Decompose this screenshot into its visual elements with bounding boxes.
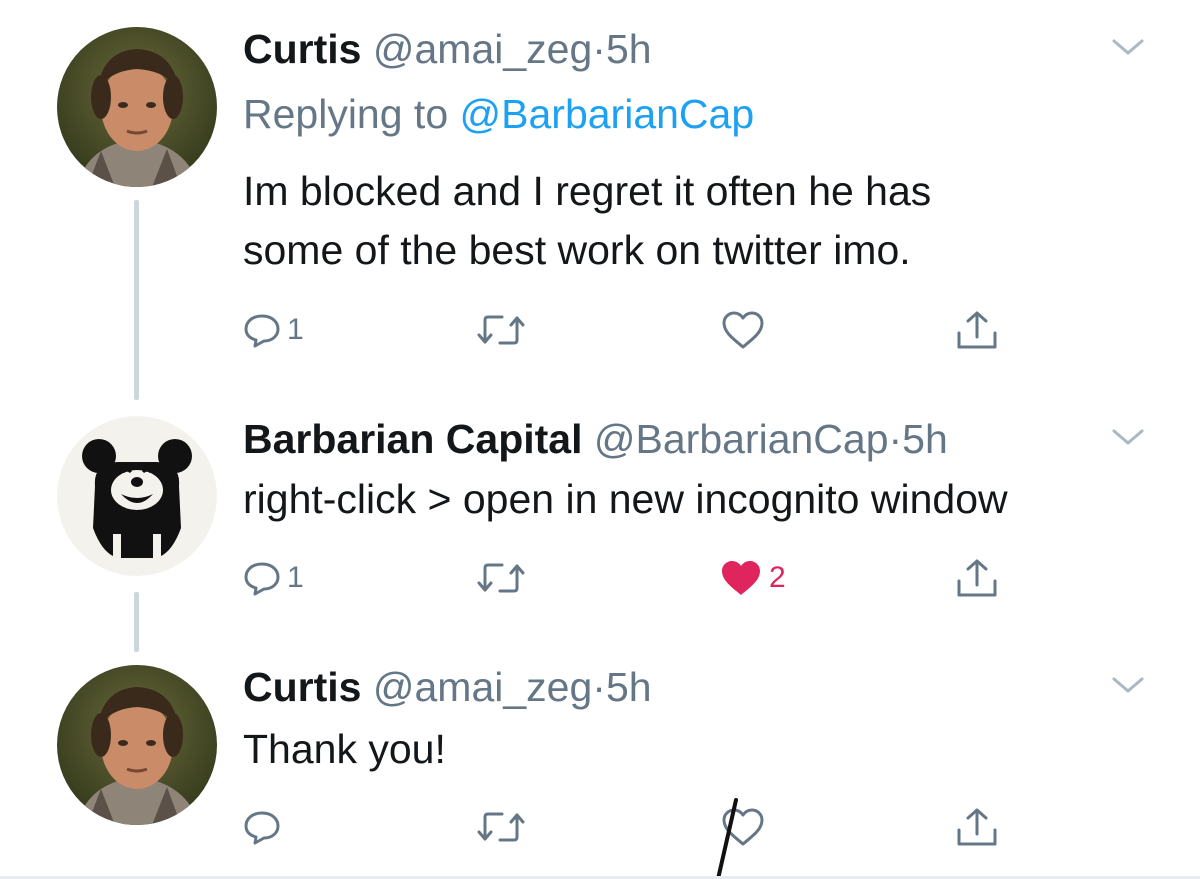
like-icon [722,561,760,595]
tweet-time[interactable]: 5h [902,416,948,462]
author-handle[interactable]: @amai_zeg [373,26,592,72]
tweet-actions: 1 2 [243,553,1003,603]
retweet-icon [477,563,525,593]
share-button[interactable] [955,305,999,355]
tweet[interactable]: Curtis @amai_zeg·5h Replying to @Barbari… [0,0,1200,400]
tweet-text: Im blocked and I regret it often he has … [243,162,931,280]
retweet-button[interactable] [476,553,532,603]
share-icon [957,808,997,846]
tweet[interactable]: Curtis @amai_zeg·5h Thank you! [0,650,1200,879]
tweet-header: Barbarian Capital @BarbarianCap·5h [243,415,948,463]
author-name[interactable]: Curtis [243,26,361,72]
reply-button[interactable]: 1 [243,305,304,355]
separator-dot: · [592,26,606,72]
tweet-actions [243,802,1003,852]
replying-to: Replying to @BarbarianCap [243,90,754,138]
author-name[interactable]: Barbarian Capital [243,416,583,462]
like-button[interactable] [721,802,771,852]
reply-count: 1 [287,313,304,346]
tweet-text-line: some of the best work on twitter imo. [243,227,911,273]
reply-icon [244,811,280,845]
avatar[interactable] [57,665,217,825]
share-button[interactable] [955,553,999,603]
share-icon [957,311,997,349]
reply-button[interactable] [243,802,287,852]
reply-icon [244,314,280,348]
like-count: 2 [769,561,786,594]
reply-count: 1 [287,561,304,594]
author-handle[interactable]: @amai_zeg [373,664,592,710]
retweet-icon [477,812,525,842]
author-name[interactable]: Curtis [243,664,361,710]
retweet-button[interactable] [476,802,532,852]
tweet[interactable]: Barbarian Capital @BarbarianCap·5h right… [0,400,1200,650]
tweet-text-line: Thank you! [243,726,446,772]
tweet-header: Curtis @amai_zeg·5h [243,25,652,73]
replying-to-handle[interactable]: @BarbarianCap [460,91,755,137]
avatar[interactable] [57,416,217,576]
retweet-button[interactable] [476,305,532,355]
like-icon [722,311,764,349]
like-icon [722,808,764,846]
chevron-down-icon[interactable] [1110,36,1146,58]
tweet-text-line: right-click > open in new incognito wind… [243,476,1008,522]
reply-button[interactable]: 1 [243,553,304,603]
like-button[interactable]: 2 [719,553,786,603]
like-button[interactable] [721,305,771,355]
replying-to-prefix: Replying to [243,91,449,137]
author-handle[interactable]: @BarbarianCap [594,416,889,462]
separator-dot: · [592,664,606,710]
retweet-icon [477,315,525,345]
chevron-down-icon[interactable] [1110,426,1146,448]
tweet-text: right-click > open in new incognito wind… [243,470,1008,529]
tweet-time[interactable]: 5h [606,664,652,710]
reply-icon [244,562,280,596]
chevron-down-icon[interactable] [1110,674,1146,696]
tweet-time[interactable]: 5h [606,26,652,72]
tweet-header: Curtis @amai_zeg·5h [243,663,652,711]
separator-dot: · [888,416,903,462]
tweet-actions: 1 [243,305,1003,355]
tweet-text: Thank you! [243,720,446,779]
avatar[interactable] [57,27,217,187]
share-button[interactable] [955,802,999,852]
tweet-text-line: Im blocked and I regret it often he has [243,168,932,214]
share-icon [957,559,997,597]
